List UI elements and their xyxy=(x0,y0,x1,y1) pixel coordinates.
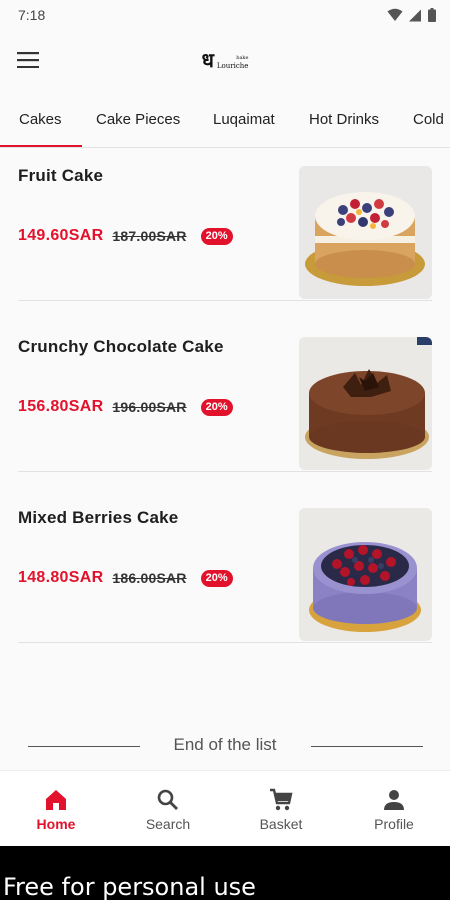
footer-band: Free for personal use xyxy=(0,846,450,900)
nav-label: Profile xyxy=(374,815,414,832)
product-card[interactable]: Mixed Berries Cake 148.80SAR 186.00SAR 2… xyxy=(18,490,432,643)
chocolate-cake-image xyxy=(299,337,432,470)
tab-hot-drinks[interactable]: Hot Drinks xyxy=(309,90,379,147)
hamburger-menu-icon xyxy=(17,52,39,68)
nav-label: Home xyxy=(36,815,76,832)
logo-name: Louriche xyxy=(216,61,249,70)
price-row: 156.80SAR 196.00SAR 20% xyxy=(18,398,233,416)
home-icon xyxy=(46,789,66,810)
discount-badge: 20% xyxy=(200,569,233,587)
product-price: 148.80SAR xyxy=(18,569,104,586)
app-bar: ध bake Louriche xyxy=(0,30,450,90)
tab-cakes[interactable]: Cakes xyxy=(19,90,62,147)
product-price: 149.60SAR xyxy=(18,227,104,244)
product-name: Fruit Cake xyxy=(18,166,104,185)
nav-profile[interactable]: Profile xyxy=(338,771,450,847)
end-of-list-text: End of the list xyxy=(173,735,277,754)
bottom-navigation: Home Search Basket Profile xyxy=(0,770,450,846)
watermark-text: Free for personal use xyxy=(3,873,256,900)
logo-mark: ध xyxy=(201,48,214,72)
person-icon xyxy=(384,789,404,810)
category-tabs: Cakes Cake Pieces Luqaimat Hot Drinks Co… xyxy=(0,90,450,148)
product-name: Mixed Berries Cake xyxy=(18,508,179,527)
tab-luqaimat[interactable]: Luqaimat xyxy=(213,90,275,147)
status-bar: 7:18 xyxy=(0,0,450,30)
tab-cold[interactable]: Cold xyxy=(413,90,444,147)
divider-line xyxy=(28,746,140,747)
product-card[interactable]: Crunchy Chocolate Cake 156.80SAR 196.00S… xyxy=(18,319,432,472)
discount-badge: 20% xyxy=(200,398,233,416)
nav-search[interactable]: Search xyxy=(112,771,224,847)
brand-logo: ध bake Louriche xyxy=(202,50,249,70)
product-old-price: 186.00SAR xyxy=(112,570,187,586)
status-icons xyxy=(387,8,436,22)
price-row: 148.80SAR 186.00SAR 20% xyxy=(18,569,233,587)
discount-badge: 20% xyxy=(200,227,233,245)
product-card[interactable]: Fruit Cake 149.60SAR 187.00SAR 20% xyxy=(18,148,432,301)
fruit-cake-image xyxy=(299,166,432,299)
price-row: 149.60SAR 187.00SAR 20% xyxy=(18,227,233,245)
nav-home[interactable]: Home xyxy=(0,771,112,847)
search-icon xyxy=(157,789,178,810)
signal-icon xyxy=(409,9,421,21)
wifi-icon xyxy=(387,8,403,21)
product-price: 156.80SAR xyxy=(18,398,104,415)
product-name: Crunchy Chocolate Cake xyxy=(18,337,224,356)
nav-basket[interactable]: Basket xyxy=(225,771,337,847)
battery-icon xyxy=(428,8,436,22)
tab-cake-pieces[interactable]: Cake Pieces xyxy=(96,90,180,147)
nav-label: Search xyxy=(145,815,191,832)
berries-cake-image xyxy=(299,508,432,641)
product-old-price: 187.00SAR xyxy=(112,228,187,244)
status-time: 7:18 xyxy=(18,7,46,23)
divider-line xyxy=(311,746,423,747)
hamburger-menu-button[interactable] xyxy=(14,46,42,74)
end-of-list: End of the list xyxy=(0,730,450,760)
product-old-price: 196.00SAR xyxy=(112,399,187,415)
nav-label: Basket xyxy=(259,815,303,832)
cart-icon xyxy=(270,788,293,810)
